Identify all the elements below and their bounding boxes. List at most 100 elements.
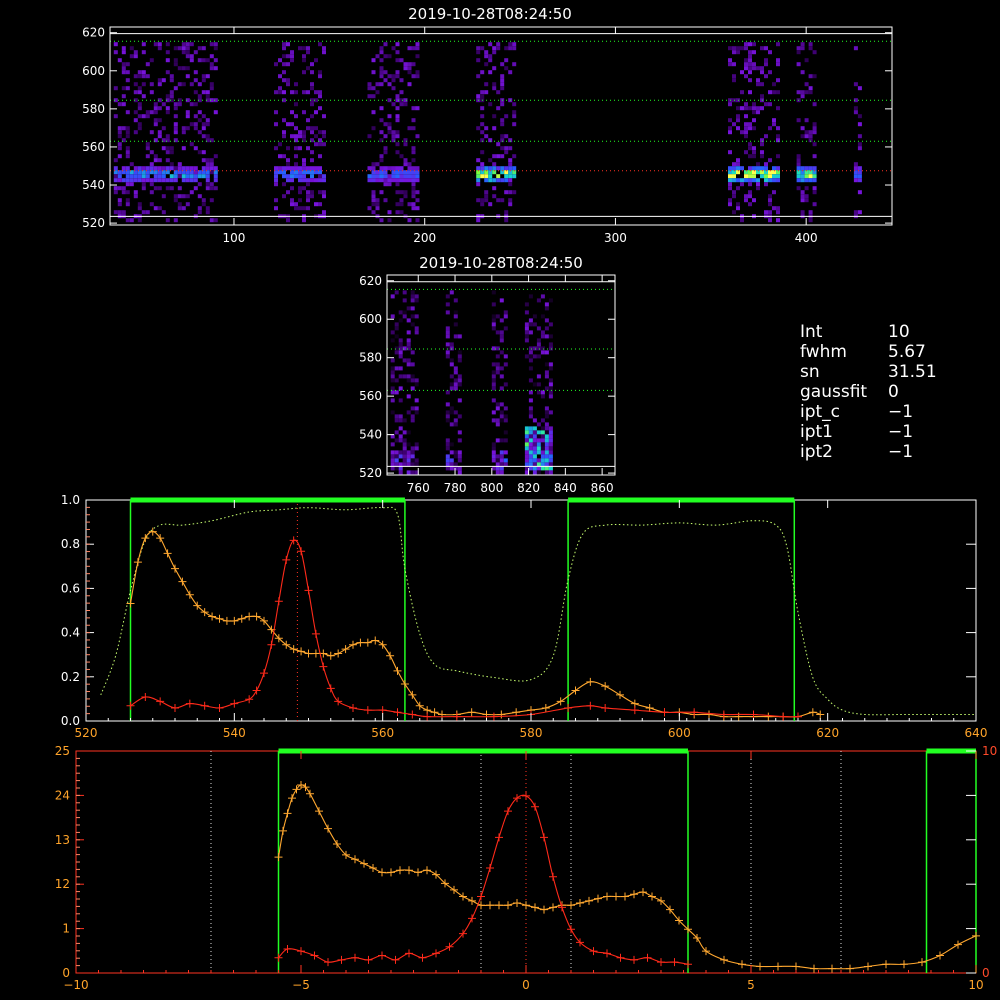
y-tick-label: 0.2 bbox=[61, 670, 80, 684]
heatmap-cell bbox=[399, 190, 404, 195]
heatmap-cell bbox=[379, 158, 384, 163]
heatmap-cell bbox=[310, 150, 314, 155]
heatmap-cell bbox=[125, 190, 130, 195]
heatmap-cell bbox=[133, 130, 138, 135]
heatmap-cell bbox=[748, 146, 752, 151]
figure-canvas: 2019-10-28T08:24:50 100 200 300 40052054056… bbox=[0, 0, 1000, 1000]
heatmap-cell bbox=[153, 102, 158, 107]
heatmap-cell bbox=[524, 438, 529, 443]
heatmap-cell bbox=[274, 62, 278, 67]
heatmap-cell bbox=[395, 210, 400, 215]
heatmap-cell bbox=[161, 146, 166, 151]
heatmap-cell bbox=[776, 174, 780, 179]
heatmap-cell bbox=[407, 162, 412, 167]
heatmap-cell bbox=[121, 102, 126, 107]
heatmap-cell bbox=[173, 178, 178, 183]
heatmap-cell bbox=[484, 82, 489, 87]
heatmap-cell bbox=[491, 318, 496, 323]
heatmap-cell bbox=[732, 194, 736, 199]
heatmap-cell bbox=[399, 202, 404, 207]
heatmap-cell bbox=[491, 442, 496, 447]
heatmap-cell bbox=[125, 182, 130, 187]
heatmap-cell bbox=[387, 114, 392, 119]
heatmap-cell bbox=[113, 174, 118, 179]
heatmap-cell bbox=[141, 186, 146, 191]
heatmap-cell bbox=[536, 390, 541, 395]
heatmap-cell bbox=[383, 122, 388, 127]
heatmap-cell bbox=[804, 90, 809, 95]
heatmap-cell bbox=[524, 434, 529, 439]
heatmap-cell bbox=[728, 186, 732, 191]
heatmap-cell bbox=[402, 290, 407, 295]
heatmap-cell bbox=[491, 446, 496, 451]
heatmap-cell bbox=[157, 206, 162, 211]
heatmap-cell bbox=[205, 206, 210, 211]
heatmap-cell bbox=[480, 150, 485, 155]
param-value: −1 bbox=[888, 422, 914, 442]
heatmap-cell bbox=[540, 466, 545, 471]
param-value: −1 bbox=[888, 442, 914, 462]
heatmap-cell bbox=[403, 162, 408, 167]
heatmap-cell bbox=[732, 50, 736, 55]
heatmap-cell bbox=[453, 366, 458, 371]
heatmap-cell bbox=[415, 218, 420, 223]
param-value: 31.51 bbox=[888, 362, 937, 382]
heatmap-cell bbox=[399, 90, 404, 95]
heatmap-cell bbox=[169, 186, 174, 191]
y-tick-label: 600 bbox=[359, 312, 382, 326]
heatmap-cell bbox=[149, 58, 154, 63]
heatmap-cell bbox=[402, 442, 407, 447]
heatmap-cell bbox=[808, 178, 813, 183]
heatmap-cell bbox=[728, 46, 732, 51]
heatmap-cell bbox=[744, 42, 748, 47]
heatmap-cell bbox=[201, 150, 206, 155]
param-row: Int 10 bbox=[800, 322, 990, 342]
y-tick-label: 580 bbox=[82, 102, 105, 116]
heatmap-cell bbox=[153, 42, 158, 47]
param-value: −1 bbox=[888, 402, 914, 422]
heatmap-cell bbox=[796, 174, 801, 179]
heatmap-cell bbox=[398, 354, 403, 359]
heatmap-cell bbox=[768, 198, 772, 203]
heatmap-cell bbox=[390, 458, 395, 463]
x-tick-label: 200 bbox=[413, 231, 436, 245]
heatmap-cell bbox=[504, 134, 509, 139]
heatmap-cell bbox=[768, 174, 772, 179]
heatmap-cell bbox=[544, 450, 549, 455]
heatmap-cell bbox=[748, 66, 752, 71]
heatmap-cell bbox=[544, 306, 549, 311]
heatmap-cell bbox=[495, 346, 500, 351]
heatmap-cell bbox=[457, 378, 462, 383]
heatmap-cell bbox=[776, 58, 780, 63]
heatmap-cell bbox=[495, 462, 500, 467]
heatmap-cell bbox=[298, 46, 302, 51]
heatmap-cell bbox=[161, 78, 166, 83]
heatmap-cell bbox=[129, 46, 134, 51]
heatmap-cell bbox=[800, 166, 805, 171]
heatmap-cell bbox=[415, 42, 420, 47]
heatmap-cell bbox=[213, 186, 218, 191]
heatmap-cell bbox=[205, 94, 210, 99]
y-tick-label: 25 bbox=[55, 744, 70, 758]
heatmap-cell bbox=[499, 298, 504, 303]
heatmap-cell bbox=[540, 462, 545, 467]
param-key: fwhm bbox=[800, 342, 847, 362]
heatmap-cell bbox=[193, 122, 198, 127]
heatmap-cell bbox=[145, 174, 150, 179]
heatmap-cell bbox=[149, 178, 154, 183]
heatmap-cell bbox=[197, 110, 202, 115]
heatmap-cell bbox=[318, 202, 322, 207]
heatmap-cell bbox=[548, 386, 553, 391]
heatmap-cell bbox=[499, 402, 504, 407]
heatmap-cell bbox=[395, 174, 400, 179]
heatmap-cell bbox=[744, 122, 748, 127]
x-tick-label: 560 bbox=[371, 726, 394, 740]
heatmap-cell bbox=[492, 126, 497, 131]
heatmap-cell bbox=[492, 86, 497, 91]
heatmap-cell bbox=[512, 154, 517, 159]
heatmap-cell bbox=[524, 458, 529, 463]
heatmap-cell bbox=[398, 434, 403, 439]
heatmap-cell bbox=[398, 350, 403, 355]
heatmap-cell bbox=[391, 74, 396, 79]
heatmap-cell bbox=[732, 122, 736, 127]
